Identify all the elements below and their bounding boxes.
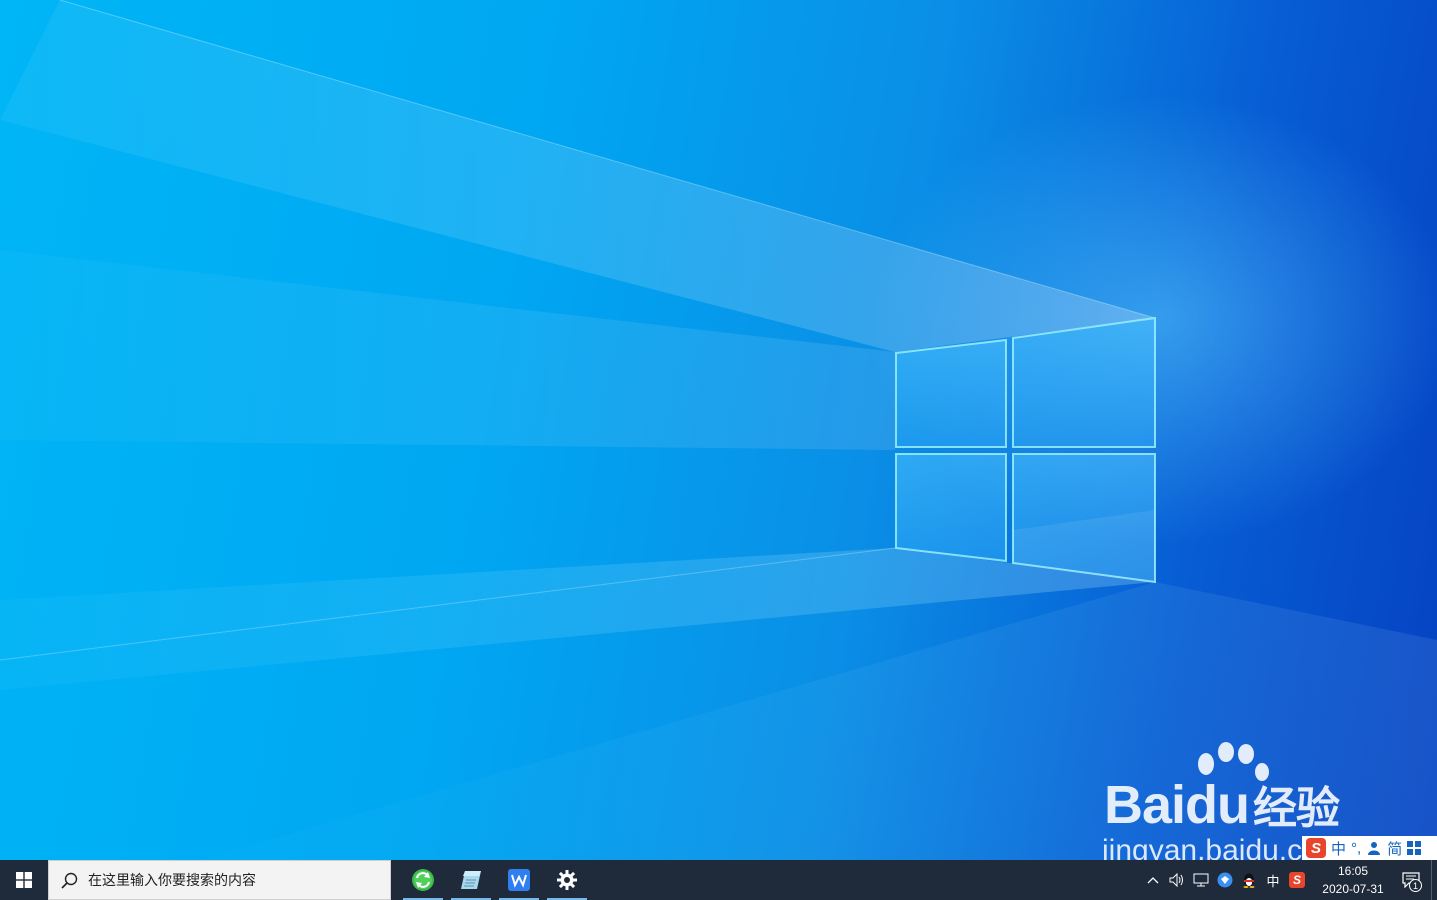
- network-tray-button[interactable]: [1189, 860, 1213, 900]
- desktop[interactable]: Baidu经验 jingyan.baidu.com S 中 °, 简: [0, 0, 1437, 860]
- ime-punct-toggle[interactable]: °,: [1351, 840, 1361, 857]
- ime-floating-bar[interactable]: S 中 °, 简: [1302, 836, 1437, 860]
- wps-icon: [508, 869, 530, 891]
- blue-shield-icon: [1217, 872, 1233, 888]
- volume-tray-button[interactable]: [1165, 860, 1189, 900]
- search-placeholder: 在这里输入你要搜索的内容: [88, 872, 256, 888]
- show-desktop-button[interactable]: [1431, 860, 1437, 900]
- clock-date: 2020-07-31: [1322, 882, 1384, 896]
- qq-penguin-icon: [1243, 873, 1255, 888]
- windows-logo-wallpaper: [895, 316, 1156, 584]
- qq-tray-button[interactable]: [1237, 860, 1261, 900]
- sogou-tray-button[interactable]: S: [1285, 860, 1309, 900]
- ime-tray-button[interactable]: 中: [1261, 860, 1285, 900]
- search-icon: [61, 872, 78, 889]
- chevron-up-icon: [1147, 877, 1159, 884]
- brand-latin: Bai: [1104, 775, 1186, 835]
- windows-logo-icon: [16, 872, 32, 888]
- sogou-logo-icon: S: [1289, 872, 1305, 888]
- ime-mode-toggle[interactable]: 中: [1331, 838, 1346, 859]
- taskbar-app-settings[interactable]: [543, 860, 591, 900]
- notepad-icon: [461, 871, 481, 889]
- action-center-button[interactable]: 1: [1391, 860, 1431, 900]
- green-refresh-icon: [412, 869, 434, 891]
- start-button[interactable]: [0, 860, 48, 900]
- notification-count-badge: 1: [1409, 879, 1422, 892]
- taskbar-clock[interactable]: 16:05 2020-07-31: [1315, 860, 1391, 900]
- pinned-apps: [399, 860, 591, 900]
- speaker-icon: [1169, 873, 1183, 887]
- person-icon[interactable]: [1366, 840, 1382, 856]
- baidu-brand: Baidu经验: [1104, 772, 1340, 836]
- network-icon: [1193, 873, 1209, 887]
- taskbar: 在这里输入你要搜索的内容 中 S 16:05 2020-07-31 1: [0, 860, 1437, 900]
- blue-app-tray-button[interactable]: [1213, 860, 1237, 900]
- sogou-logo-icon[interactable]: S: [1306, 838, 1326, 858]
- brand-du: du: [1185, 775, 1250, 835]
- show-hidden-icons-button[interactable]: [1141, 860, 1165, 900]
- grid-icon[interactable]: [1407, 841, 1422, 855]
- brand-chinese: 经验: [1253, 783, 1340, 834]
- taskbar-app-360-browser[interactable]: [399, 860, 447, 900]
- system-tray: 中 S 16:05 2020-07-31 1: [1141, 860, 1437, 900]
- taskbar-app-notepad[interactable]: [447, 860, 495, 900]
- ime-script-toggle[interactable]: 简: [1387, 838, 1402, 859]
- taskbar-app-wps[interactable]: [495, 860, 543, 900]
- clock-time: 16:05: [1337, 864, 1369, 878]
- gear-icon: [557, 870, 577, 890]
- taskbar-search-box[interactable]: 在这里输入你要搜索的内容: [48, 860, 391, 900]
